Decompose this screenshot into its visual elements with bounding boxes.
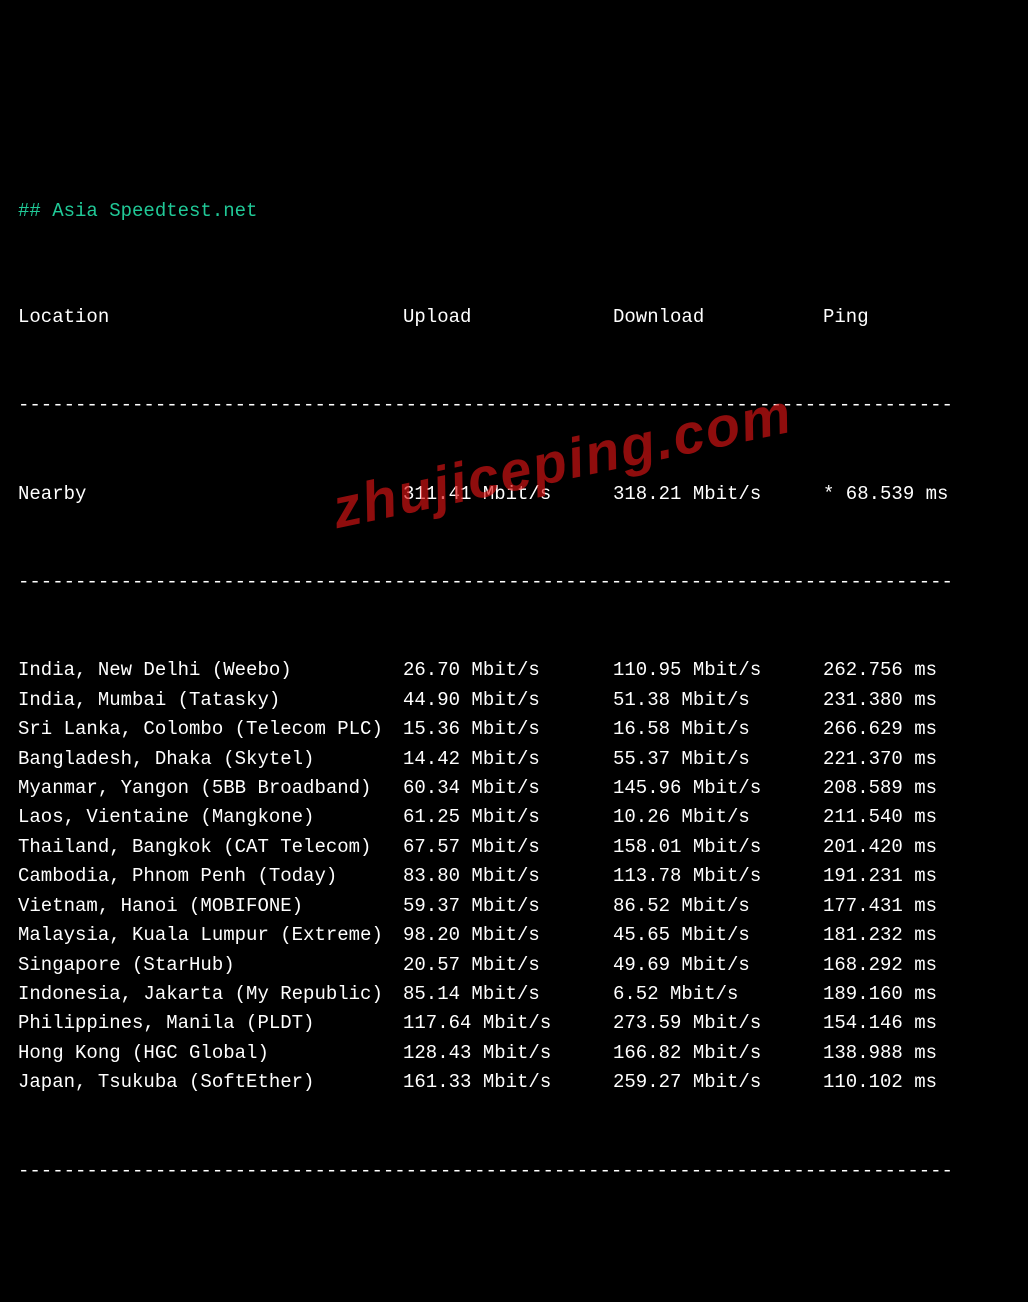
header-location: Location [18,303,403,332]
row-location: Japan, Tsukuba (SoftEther) [18,1068,403,1097]
row-download: 45.65 Mbit/s [613,921,823,950]
row-location: Vietnam, Hanoi (MOBIFONE) [18,892,403,921]
row-download: 49.69 Mbit/s [613,951,823,980]
row-ping: 231.380 ms [823,686,1010,715]
row-download: 16.58 Mbit/s [613,715,823,744]
table-row: India, New Delhi (Weebo)26.70 Mbit/s110.… [18,656,1010,685]
table-row: Myanmar, Yangon (5BB Broadband)60.34 Mbi… [18,774,1010,803]
divider: ----------------------------------------… [18,1157,1010,1186]
row-upload: 60.34 Mbit/s [403,774,613,803]
row-location: Sri Lanka, Colombo (Telecom PLC) [18,715,403,744]
row-download: 273.59 Mbit/s [613,1009,823,1038]
row-upload: 67.57 Mbit/s [403,833,613,862]
table-row: Laos, Vientaine (Mangkone)61.25 Mbit/s10… [18,803,1010,832]
row-location: Malaysia, Kuala Lumpur (Extreme) [18,921,403,950]
nearby-ping: * 68.539 ms [823,480,1010,509]
row-upload: 15.36 Mbit/s [403,715,613,744]
row-upload: 83.80 Mbit/s [403,862,613,891]
row-download: 145.96 Mbit/s [613,774,823,803]
nearby-upload: 311.41 Mbit/s [403,480,613,509]
row-ping: 262.756 ms [823,656,1010,685]
row-ping: 181.232 ms [823,921,1010,950]
row-ping: 266.629 ms [823,715,1010,744]
row-location: Thailand, Bangkok (CAT Telecom) [18,833,403,862]
row-upload: 128.43 Mbit/s [403,1039,613,1068]
row-location: Laos, Vientaine (Mangkone) [18,803,403,832]
row-ping: 211.540 ms [823,803,1010,832]
table-row: India, Mumbai (Tatasky)44.90 Mbit/s51.38… [18,686,1010,715]
row-ping: 138.988 ms [823,1039,1010,1068]
divider: ----------------------------------------… [18,391,1010,420]
table-row: Japan, Tsukuba (SoftEther)161.33 Mbit/s2… [18,1068,1010,1097]
nearby-row: Nearby311.41 Mbit/s318.21 Mbit/s* 68.539… [18,480,1010,509]
row-location: India, Mumbai (Tatasky) [18,686,403,715]
row-download: 51.38 Mbit/s [613,686,823,715]
row-download: 166.82 Mbit/s [613,1039,823,1068]
row-location: Bangladesh, Dhaka (Skytel) [18,745,403,774]
row-download: 86.52 Mbit/s [613,892,823,921]
nearby-location: Nearby [18,480,403,509]
row-location: India, New Delhi (Weebo) [18,656,403,685]
table-row: Thailand, Bangkok (CAT Telecom)67.57 Mbi… [18,833,1010,862]
row-upload: 161.33 Mbit/s [403,1068,613,1097]
row-ping: 191.231 ms [823,862,1010,891]
table-row: Vietnam, Hanoi (MOBIFONE)59.37 Mbit/s86.… [18,892,1010,921]
row-upload: 20.57 Mbit/s [403,951,613,980]
row-download: 259.27 Mbit/s [613,1068,823,1097]
row-download: 10.26 Mbit/s [613,803,823,832]
header-upload: Upload [403,303,613,332]
divider: ----------------------------------------… [18,568,1010,597]
table-row: Cambodia, Phnom Penh (Today)83.80 Mbit/s… [18,862,1010,891]
row-ping: 154.146 ms [823,1009,1010,1038]
section-header: ## Asia Speedtest.net [18,197,1010,226]
table-row: Sri Lanka, Colombo (Telecom PLC)15.36 Mb… [18,715,1010,744]
row-location: Cambodia, Phnom Penh (Today) [18,862,403,891]
table-row: Bangladesh, Dhaka (Skytel)14.42 Mbit/s55… [18,745,1010,774]
table-row: Hong Kong (HGC Global)128.43 Mbit/s166.8… [18,1039,1010,1068]
row-upload: 61.25 Mbit/s [403,803,613,832]
row-location: Singapore (StarHub) [18,951,403,980]
terminal-output: ## Asia Speedtest.net LocationUploadDown… [18,138,1010,1302]
row-upload: 59.37 Mbit/s [403,892,613,921]
row-ping: 168.292 ms [823,951,1010,980]
row-download: 110.95 Mbit/s [613,656,823,685]
row-ping: 177.431 ms [823,892,1010,921]
row-ping: 110.102 ms [823,1068,1010,1097]
table-row: Malaysia, Kuala Lumpur (Extreme)98.20 Mb… [18,921,1010,950]
header-ping: Ping [823,303,1010,332]
row-upload: 26.70 Mbit/s [403,656,613,685]
speedtest-rows: India, New Delhi (Weebo)26.70 Mbit/s110.… [18,656,1010,1098]
row-ping: 189.160 ms [823,980,1010,1009]
column-headers: LocationUploadDownloadPing [18,303,1010,332]
header-download: Download [613,303,823,332]
row-ping: 201.420 ms [823,833,1010,862]
row-upload: 14.42 Mbit/s [403,745,613,774]
row-location: Indonesia, Jakarta (My Republic) [18,980,403,1009]
row-download: 55.37 Mbit/s [613,745,823,774]
table-row: Philippines, Manila (PLDT)117.64 Mbit/s2… [18,1009,1010,1038]
row-download: 6.52 Mbit/s [613,980,823,1009]
nearby-download: 318.21 Mbit/s [613,480,823,509]
table-row: Indonesia, Jakarta (My Republic)85.14 Mb… [18,980,1010,1009]
row-upload: 117.64 Mbit/s [403,1009,613,1038]
row-location: Philippines, Manila (PLDT) [18,1009,403,1038]
row-location: Myanmar, Yangon (5BB Broadband) [18,774,403,803]
row-upload: 85.14 Mbit/s [403,980,613,1009]
row-download: 158.01 Mbit/s [613,833,823,862]
row-ping: 208.589 ms [823,774,1010,803]
row-upload: 44.90 Mbit/s [403,686,613,715]
row-upload: 98.20 Mbit/s [403,921,613,950]
row-location: Hong Kong (HGC Global) [18,1039,403,1068]
row-ping: 221.370 ms [823,745,1010,774]
table-row: Singapore (StarHub)20.57 Mbit/s49.69 Mbi… [18,951,1010,980]
row-download: 113.78 Mbit/s [613,862,823,891]
